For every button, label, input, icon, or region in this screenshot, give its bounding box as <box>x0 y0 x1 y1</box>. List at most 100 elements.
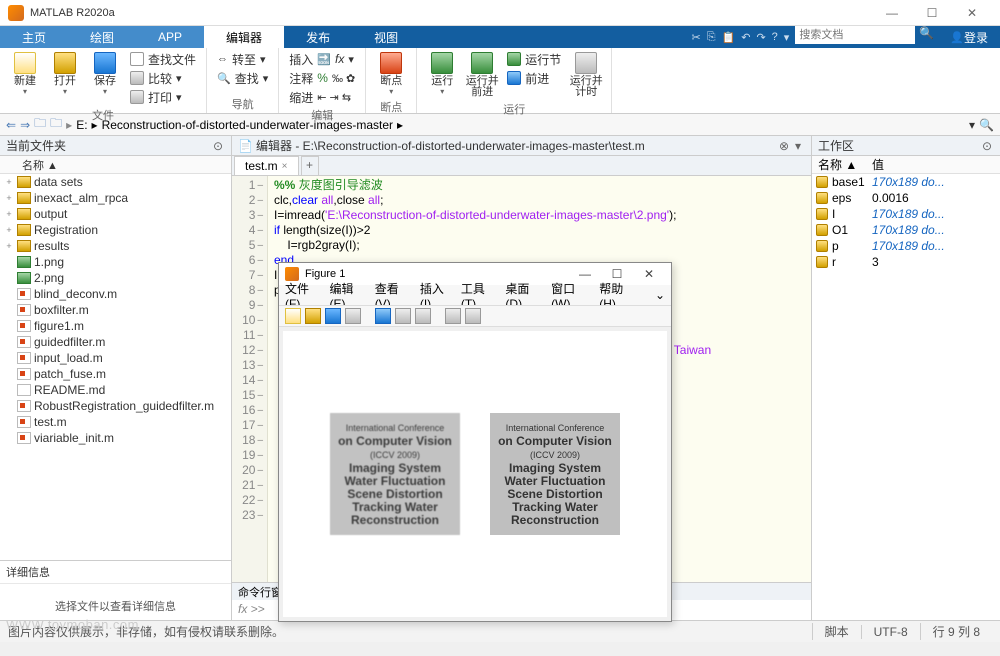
add-tab-button[interactable]: + <box>301 156 319 175</box>
run-section-button[interactable]: 运行节 <box>503 50 565 68</box>
compare-button[interactable]: 比较 ▾ <box>126 69 200 87</box>
maximize-button[interactable]: ☐ <box>912 3 952 23</box>
qat-undo-icon[interactable]: ↶ <box>741 31 750 44</box>
findfiles-button[interactable]: 查找文件 <box>126 50 200 68</box>
figure-close-button[interactable]: ✕ <box>633 267 665 281</box>
qat-copy-icon[interactable]: ⎘ <box>707 31 716 44</box>
new-button[interactable]: 新建▾ <box>6 50 44 98</box>
status-encoding: UTF-8 <box>861 625 920 639</box>
nav-hist-icon[interactable]: 🗀 <box>50 114 62 135</box>
file-row[interactable]: +output <box>0 206 231 222</box>
tab-view[interactable]: 视图 <box>352 26 420 48</box>
matlab-logo-icon <box>8 5 24 21</box>
run-button[interactable]: 运行▾ <box>423 50 461 98</box>
workspace-row[interactable]: I170x189 do... <box>812 206 1000 222</box>
tab-plots[interactable]: 绘图 <box>68 26 136 48</box>
minimize-button[interactable]: — <box>872 3 912 23</box>
indent-button[interactable]: 缩进 ⇤ ⇥ ⇆ <box>285 88 359 106</box>
toolstrip-tabs: 主页 绘图 APP 编辑器 发布 视图 ✂ ⎘ 📋 ↶ ↷ ? ▾ 🔍 👤 登录 <box>0 26 1000 48</box>
search-icon[interactable]: 🔍 <box>915 26 938 48</box>
file-row[interactable]: +inexact_alm_rpca <box>0 190 231 206</box>
nav-up-icon[interactable]: 🗀 <box>34 114 46 135</box>
open-button[interactable]: 打开▾ <box>46 50 84 98</box>
print-button[interactable]: 打印 ▾ <box>126 88 200 106</box>
insert-button[interactable]: 插入 🔜 fx ▾ <box>285 50 359 68</box>
qat-help-icon[interactable]: ? <box>772 31 778 43</box>
fig-link-icon[interactable] <box>375 308 391 324</box>
workspace-menu-icon[interactable]: ⊙ <box>980 139 994 153</box>
figure-title: Figure 1 <box>305 268 569 280</box>
ws-value-header[interactable]: 值 <box>872 156 1000 173</box>
panel-menu-icon[interactable]: ⊙ <box>211 139 225 153</box>
figure-window[interactable]: Figure 1 — ☐ ✕ 文件(F) 编辑(E) 查看(V) 插入(I) 工… <box>278 262 672 622</box>
fig-open-icon[interactable] <box>305 308 321 324</box>
workspace-row[interactable]: eps0.0016 <box>812 190 1000 206</box>
file-row[interactable]: RobustRegistration_guidedfilter.m <box>0 398 231 414</box>
file-row[interactable]: test.m <box>0 414 231 430</box>
find-button[interactable]: 🔍 查找 ▾ <box>213 69 272 87</box>
file-row[interactable]: blind_deconv.m <box>0 286 231 302</box>
workspace-row[interactable]: p170x189 do... <box>812 238 1000 254</box>
fig-legend-icon[interactable] <box>415 308 431 324</box>
workspace-row[interactable]: O1170x189 do... <box>812 222 1000 238</box>
goto-button[interactable]: ⇔ 转至 ▾ <box>213 50 272 68</box>
tab-editor[interactable]: 编辑器 <box>204 26 284 48</box>
file-row[interactable]: guidedfilter.m <box>0 334 231 350</box>
file-row[interactable]: +Registration <box>0 222 231 238</box>
figmenu-more-icon[interactable]: ⌄ <box>655 288 665 302</box>
fig-new-icon[interactable] <box>285 308 301 324</box>
nav-fwd-icon[interactable]: ⇒ <box>20 118 30 132</box>
file-row[interactable]: README.md <box>0 382 231 398</box>
run-advance-button[interactable]: 运行并 前进 <box>463 50 501 100</box>
qat-more-icon[interactable]: ▾ <box>784 31 790 44</box>
qat-redo-icon[interactable]: ↷ <box>756 31 765 44</box>
file-row[interactable]: 1.png <box>0 254 231 270</box>
file-row[interactable]: +results <box>0 238 231 254</box>
address-crumb[interactable]: E:▸ Reconstruction-of-distorted-underwat… <box>76 118 965 132</box>
fig-insert-icon[interactable] <box>395 308 411 324</box>
ribbon-group-breakpoints: 断点▾ 断点 <box>366 48 417 113</box>
addr-search-icon[interactable]: 🔍 <box>979 118 994 132</box>
editor-title: 编辑器 - E:\Reconstruction-of-distorted-und… <box>256 137 777 154</box>
nav-back-icon[interactable]: ⇐ <box>6 118 16 132</box>
workspace-row[interactable]: r3 <box>812 254 1000 270</box>
fig-pointer-icon[interactable] <box>445 308 461 324</box>
fig-rotate-icon[interactable] <box>465 308 481 324</box>
file-row[interactable]: 2.png <box>0 270 231 286</box>
ribbon-group-run: 运行▾ 运行并 前进 运行节 前进 运行并 计时 运行 <box>417 48 612 113</box>
editor-doc-icon: 📄 <box>238 139 253 153</box>
editor-dock-icon[interactable]: ▾ <box>791 139 805 153</box>
status-bar: 图片内容仅供展示，非存储，如有侵权请联系删除。 脚本 UTF-8 行 9 列 8 <box>0 620 1000 642</box>
search-docs-input[interactable] <box>795 26 915 44</box>
tab-apps[interactable]: APP <box>136 26 204 48</box>
workspace-row[interactable]: base1170x189 do... <box>812 174 1000 190</box>
file-row[interactable]: input_load.m <box>0 350 231 366</box>
breakpoints-button[interactable]: 断点▾ <box>372 50 410 98</box>
tab-close-icon[interactable]: × <box>282 161 288 172</box>
fig-print-icon[interactable] <box>345 308 361 324</box>
tab-publish[interactable]: 发布 <box>284 26 352 48</box>
filelist-name-header[interactable]: 名称 ▲ <box>0 156 231 174</box>
tab-home[interactable]: 主页 <box>0 26 68 48</box>
editor-close-icon[interactable]: ⊗ <box>777 139 791 153</box>
ws-name-header[interactable]: 名称 ▲ <box>812 156 872 173</box>
addr-dropdown-icon[interactable]: ▾ <box>969 118 975 132</box>
file-row[interactable]: boxfilter.m <box>0 302 231 318</box>
file-row[interactable]: figure1.m <box>0 318 231 334</box>
workspace-panel: 工作区 ⊙ 名称 ▲ 值 base1170x189 do...eps0.0016… <box>812 136 1000 620</box>
fig-save-icon[interactable] <box>325 308 341 324</box>
qat-cut-icon[interactable]: ✂ <box>692 31 701 44</box>
file-row[interactable]: viariable_init.m <box>0 430 231 446</box>
ribbon-group-file: 新建▾ 打开▾ 保存▾ 查找文件 比较 ▾ 打印 ▾ 文件 <box>0 48 207 113</box>
save-button[interactable]: 保存▾ <box>86 50 124 98</box>
file-row[interactable]: patch_fuse.m <box>0 366 231 382</box>
close-button[interactable]: ✕ <box>952 3 992 23</box>
comment-button[interactable]: 注释 % ‰ ✿ <box>285 69 359 87</box>
run-time-button[interactable]: 运行并 计时 <box>567 50 605 100</box>
file-row[interactable]: +data sets <box>0 174 231 190</box>
file-tab-testm[interactable]: test.m× <box>234 156 299 175</box>
login-button[interactable]: 👤 登录 <box>938 26 1000 48</box>
figure-toolbar <box>279 305 671 327</box>
advance-button[interactable]: 前进 <box>503 69 565 87</box>
qat-paste-icon[interactable]: 📋 <box>722 31 736 44</box>
